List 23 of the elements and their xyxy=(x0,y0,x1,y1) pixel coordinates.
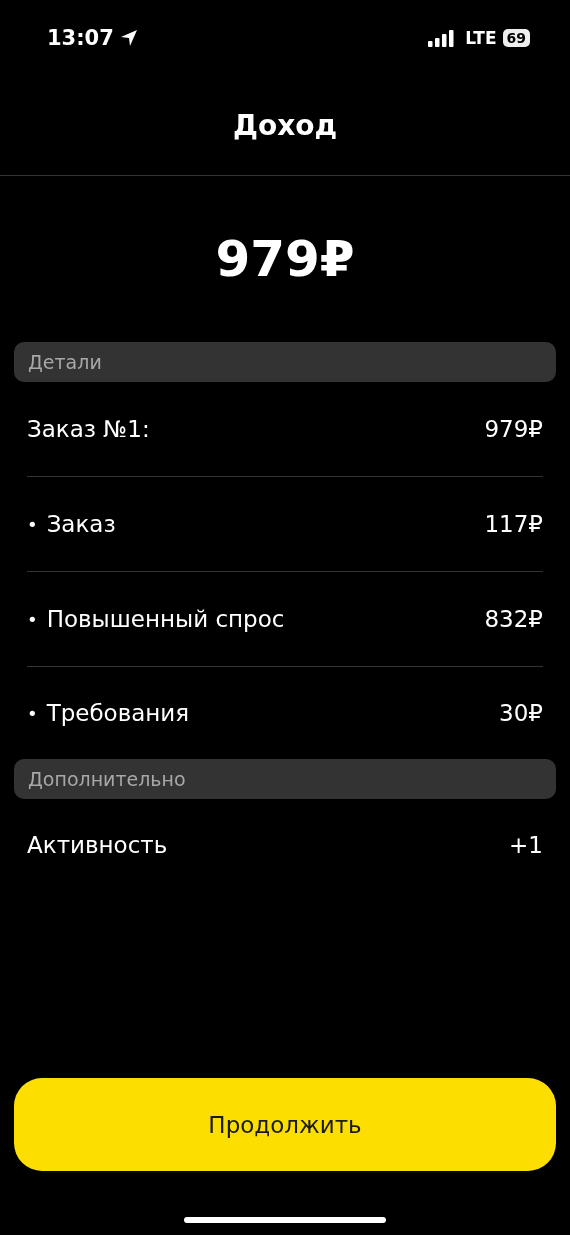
row-value: 117₽ xyxy=(484,511,543,537)
section-title: Детали xyxy=(28,351,102,373)
row-label: Заказ xyxy=(46,511,116,537)
bullet: • xyxy=(27,513,38,535)
page-title: Доход xyxy=(232,109,338,142)
battery-indicator: 69 xyxy=(502,29,530,47)
row-value: 832₽ xyxy=(484,606,543,632)
network-label: LTE xyxy=(465,28,497,48)
row-value: 979₽ xyxy=(484,416,543,442)
row-value: +1 xyxy=(509,832,543,858)
row-label: Активность xyxy=(27,832,168,858)
bullet: • xyxy=(27,702,38,724)
continue-button[interactable]: Продолжить xyxy=(14,1078,556,1171)
row-value: 30₽ xyxy=(499,700,543,726)
bullet: • xyxy=(27,608,38,630)
section-title: Дополнительно xyxy=(28,768,186,790)
total-amount: 979₽ xyxy=(215,230,355,288)
location-arrow-icon xyxy=(119,29,138,47)
status-time: 13:07 xyxy=(47,26,114,50)
row-label: Повышенный спрос xyxy=(46,606,285,632)
row-label: Заказ №1: xyxy=(27,416,150,442)
signal-icon xyxy=(428,29,456,47)
row-label: Требования xyxy=(46,700,190,726)
